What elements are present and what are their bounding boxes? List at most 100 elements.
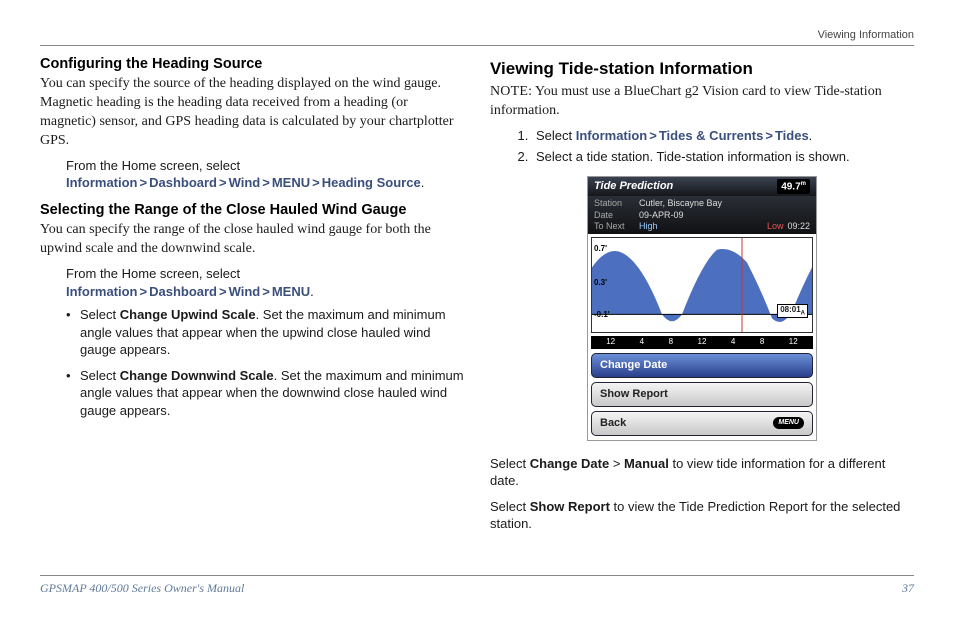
x-tick: 4 xyxy=(640,337,644,348)
heading-config-source: Configuring the Heading Source xyxy=(40,56,464,73)
x-tick: 12 xyxy=(789,337,798,348)
meta-row-date: Date09-APR-09 xyxy=(594,210,810,221)
left-column: Configuring the Heading Source You can s… xyxy=(40,56,464,541)
page-footer: GPSMAP 400/500 Series Owner's Manual 37 xyxy=(40,575,914,596)
meta-row-tonext: To NextHigh Low09:22 xyxy=(594,221,810,232)
bullet-list-scales: Select Change Upwind Scale. Set the maxi… xyxy=(66,306,464,419)
nav-end: . xyxy=(310,284,314,299)
low-time: 09:22 xyxy=(787,221,810,232)
back-button[interactable]: Back MENU xyxy=(591,411,813,436)
option-upwind: Change Upwind Scale xyxy=(120,307,256,322)
nav-sep: > xyxy=(138,175,150,190)
nav-sep: > xyxy=(763,128,775,143)
nav-seg: Information xyxy=(66,175,138,190)
nav-seg: Information xyxy=(576,128,648,143)
dist-unit: m xyxy=(801,181,806,187)
meta-label: To Next xyxy=(594,221,639,232)
tide-chart: 0.7' 0.3' -0.1' 08:01A xyxy=(591,237,813,333)
step-pre: Select xyxy=(536,128,576,143)
footer-left: GPSMAP 400/500 Series Owner's Manual xyxy=(40,580,244,596)
back-label: Back xyxy=(600,416,626,431)
list-item: Select Change Downwind Scale. Set the ma… xyxy=(66,367,464,420)
nav-path-heading-source: From the Home screen, select Information… xyxy=(66,157,464,192)
current-time-box: 08:01A xyxy=(777,304,808,319)
heading-tide-station: Viewing Tide-station Information xyxy=(490,58,914,81)
page-number: 37 xyxy=(902,580,914,596)
dist-val: 49.7 xyxy=(781,181,800,192)
device-distance: 49.7m xyxy=(777,179,810,195)
x-tick: 12 xyxy=(698,337,707,348)
nav-sep: > xyxy=(217,284,229,299)
nav-seg: Tides xyxy=(775,128,809,143)
nav-sep: > xyxy=(260,284,272,299)
heading-close-hauled: Selecting the Range of the Close Hauled … xyxy=(40,202,464,219)
meta-value: 09-APR-09 xyxy=(639,210,684,221)
x-axis: 12 4 8 12 4 8 12 xyxy=(591,336,813,349)
note-body: : You must use a BlueChart g2 Vision car… xyxy=(490,84,882,118)
x-tick: 8 xyxy=(669,337,673,348)
high-label: High xyxy=(639,221,658,232)
device-title: Tide Prediction xyxy=(594,179,673,194)
y-tick: 0.7' xyxy=(594,244,607,255)
low-label: Low xyxy=(767,221,784,232)
x-tick: 12 xyxy=(606,337,615,348)
option-downwind: Change Downwind Scale xyxy=(120,368,274,383)
time-unit: A xyxy=(801,310,805,316)
para-config-source: You can specify the source of the headin… xyxy=(40,75,464,151)
nav-path-wind-menu: From the Home screen, select Information… xyxy=(66,265,464,300)
nav-prefix: From the Home screen, select xyxy=(66,158,240,173)
pre: Select xyxy=(490,456,530,471)
meta-label: Station xyxy=(594,198,639,209)
meta-row-station: StationCutler, Biscayne Bay xyxy=(594,198,810,209)
para-show-report: Select Show Report to view the Tide Pred… xyxy=(490,498,914,533)
opt-change-date: Change Date xyxy=(530,456,609,471)
nav-seg: Dashboard xyxy=(149,175,217,190)
para-close-hauled: You can specify the range of the close h… xyxy=(40,221,464,259)
opt-manual: Manual xyxy=(624,456,669,471)
pre: Select xyxy=(490,499,530,514)
select-word: Select xyxy=(80,368,120,383)
device-titlebar: Tide Prediction 49.7m xyxy=(588,177,816,197)
meta-value: Cutler, Biscayne Bay xyxy=(639,198,722,209)
note-line: NOTE: You must use a BlueChart g2 Vision… xyxy=(490,83,914,121)
sep: > xyxy=(609,456,624,471)
y-tick: 0.3' xyxy=(594,278,607,289)
list-item: Select Information>Tides & Currents>Tide… xyxy=(532,127,914,145)
device-meta: StationCutler, Biscayne Bay Date09-APR-0… xyxy=(588,196,816,234)
y-tick: -0.1' xyxy=(594,310,610,321)
nav-end: . xyxy=(809,128,813,143)
nav-prefix: From the Home screen, select xyxy=(66,266,240,281)
nav-seg: MENU xyxy=(272,175,310,190)
nav-seg: Heading Source xyxy=(322,175,421,190)
time-val: 08:01 xyxy=(780,305,800,314)
nav-sep: > xyxy=(260,175,272,190)
x-tick: 4 xyxy=(731,337,735,348)
nav-sep: > xyxy=(217,175,229,190)
opt-show-report: Show Report xyxy=(530,499,610,514)
content-columns: Configuring the Heading Source You can s… xyxy=(40,56,914,541)
nav-seg: Dashboard xyxy=(149,284,217,299)
nav-sep: > xyxy=(310,175,322,190)
select-word: Select xyxy=(80,307,120,322)
meta-label: Date xyxy=(594,210,639,221)
nav-seg: Wind xyxy=(229,175,261,190)
list-item: Select a tide station. Tide-station info… xyxy=(532,148,914,166)
device-screenshot: Tide Prediction 49.7m StationCutler, Bis… xyxy=(587,176,817,441)
steps-list: Select Information>Tides & Currents>Tide… xyxy=(532,127,914,166)
nav-seg: Information xyxy=(66,284,138,299)
right-column: Viewing Tide-station Information NOTE: Y… xyxy=(490,56,914,541)
x-tick: 8 xyxy=(760,337,764,348)
nav-end: . xyxy=(421,175,425,190)
note-label: NOTE xyxy=(490,84,528,99)
menu-pill: MENU xyxy=(773,417,804,428)
nav-seg: MENU xyxy=(272,284,310,299)
show-report-button[interactable]: Show Report xyxy=(591,382,813,407)
para-change-date: Select Change Date > Manual to view tide… xyxy=(490,455,914,490)
section-header: Viewing Information xyxy=(40,28,914,46)
change-date-button[interactable]: Change Date xyxy=(591,353,813,378)
list-item: Select Change Upwind Scale. Set the maxi… xyxy=(66,306,464,359)
nav-seg: Tides & Currents xyxy=(659,128,764,143)
nav-seg: Wind xyxy=(229,284,261,299)
nav-sep: > xyxy=(647,128,659,143)
nav-sep: > xyxy=(138,284,150,299)
